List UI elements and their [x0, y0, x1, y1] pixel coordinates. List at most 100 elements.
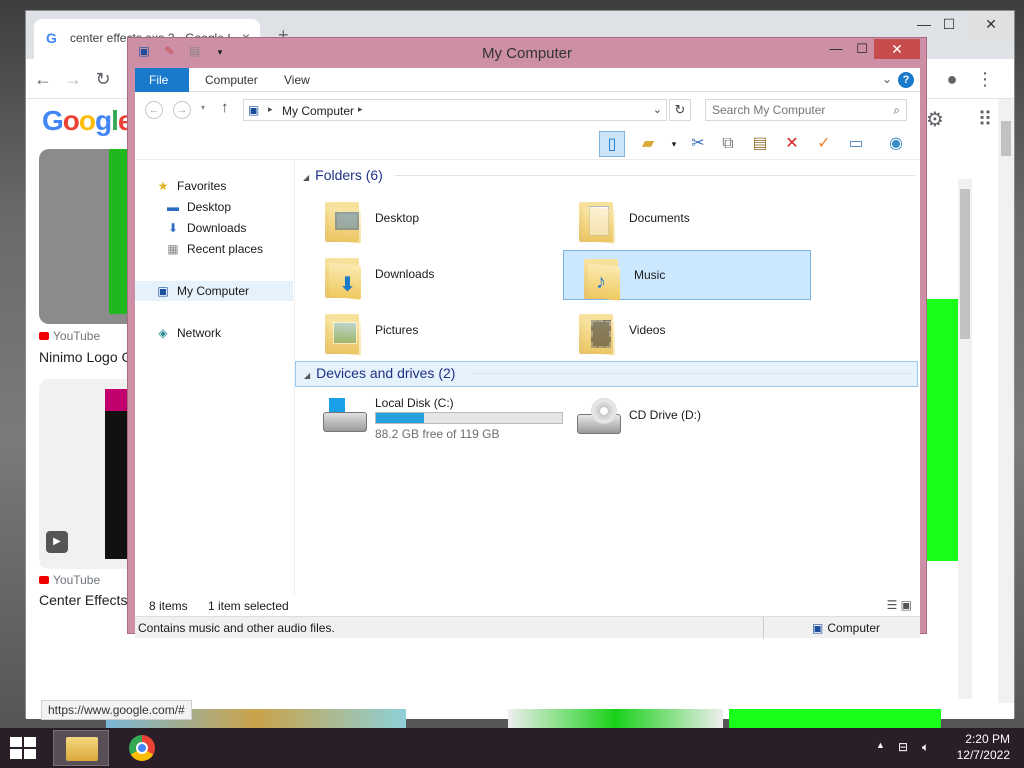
collapse-triangle-icon[interactable]: ◢ — [303, 173, 309, 182]
explorer-titlebar[interactable]: ▣ ✎ ▤ ▾ My Computer — ☐ ✕ — [128, 38, 926, 68]
folder-pictures[interactable]: Pictures — [305, 306, 553, 356]
address-field[interactable]: ▣ ▸ My Computer ▸ ⌄ — [243, 99, 667, 121]
chrome-icon — [129, 735, 155, 761]
rename-check-icon[interactable]: ✓ — [811, 131, 837, 157]
explorer-close-button[interactable]: ✕ — [874, 39, 920, 59]
nav-favorites[interactable]: ★ Favorites — [155, 176, 227, 196]
computer-icon: ▣ — [811, 621, 824, 635]
ribbon-tabs: File Computer View ⌄ ? — [135, 68, 920, 92]
collapse-triangle-icon[interactable]: ◢ — [304, 371, 310, 380]
preview-pane-icon[interactable]: ▯ — [599, 131, 625, 157]
disk-usage-bar — [375, 412, 563, 424]
command-bar: ▯ ▰ ▾ ✂ ⧉ ▤ ✕ ✓ ▭ ◉ — [135, 128, 920, 160]
status-bar: 8 items 1 item selected ☰ ▣ — [135, 596, 920, 616]
file-explorer-icon — [66, 737, 98, 761]
apps-grid-icon[interactable]: ⠿ — [974, 107, 996, 132]
chrome-maximize-button[interactable]: ☐ — [926, 11, 972, 39]
details-footer: Contains music and other audio files. ▣ C… — [135, 616, 920, 639]
link-status-url: https://www.google.com/# — [41, 700, 192, 720]
folder-icon — [325, 198, 361, 244]
tab-file[interactable]: File — [135, 68, 189, 92]
breadcrumb-chevron-icon[interactable]: ▸ — [268, 104, 273, 115]
folder-downloads[interactable]: ⬇ Downloads — [305, 250, 553, 300]
recent-locations-icon[interactable]: ▾ — [201, 103, 205, 112]
refresh-icon[interactable]: ↻ — [669, 99, 691, 121]
navigation-pane: ★ Favorites ▬ Desktop ⬇ Downloads ▦ Recent p… — [135, 160, 295, 596]
forward-arrow-icon[interactable]: → — [62, 69, 84, 90]
chrome-scrollbar[interactable] — [998, 99, 1014, 703]
taskbar-chrome[interactable] — [115, 730, 171, 766]
back-arrow-icon[interactable]: ← — [32, 69, 54, 90]
copy-icon[interactable]: ⧉ — [715, 131, 741, 157]
drive-cd-d[interactable]: CD Drive (D:) — [559, 392, 809, 442]
reload-icon[interactable]: ↻ — [92, 69, 114, 90]
window-title: My Computer — [481, 45, 573, 62]
nav-item-my-computer[interactable]: ▣ My Computer — [135, 281, 293, 301]
google-logo[interactable]: Google — [42, 105, 133, 137]
folder-icon: ⬇ — [325, 254, 361, 300]
results-scrollbar[interactable] — [958, 179, 972, 699]
group-header-folders[interactable]: ◢ Folders (6) — [303, 164, 915, 186]
video-title[interactable]: Ninimo Logo C — [39, 349, 132, 365]
profile-avatar-icon[interactable]: ● — [941, 69, 963, 90]
video-source: YouTube — [39, 573, 100, 587]
network-tray-icon[interactable]: ⊟ — [898, 740, 908, 754]
chrome-menu-icon[interactable]: ⋮ — [974, 69, 996, 90]
delete-icon[interactable]: ✕ — [779, 131, 805, 157]
explorer-body: File Computer View ⌄ ? ← → ▾ ↑ ▣ ▸ My Co… — [135, 68, 920, 639]
view-toggle-icons[interactable]: ☰ ▣ — [887, 598, 912, 612]
recent-places-icon: ▦ — [167, 242, 179, 256]
address-bar-row: ← → ▾ ↑ ▣ ▸ My Computer ▸ ⌄ ↻ ⌕ — [135, 93, 920, 127]
downloads-icon: ⬇ — [167, 221, 179, 235]
folder-options-icon[interactable]: ▰ — [635, 131, 661, 157]
explorer-minimize-button[interactable]: — — [822, 39, 850, 59]
paste-icon[interactable]: ▤ — [747, 131, 773, 157]
taskbar-file-explorer[interactable] — [53, 730, 109, 766]
play-icon[interactable]: ▶ — [46, 531, 68, 553]
breadcrumb[interactable]: My Computer — [282, 104, 354, 118]
nav-item-network[interactable]: ◈ Network — [155, 323, 221, 343]
forward-icon[interactable]: → — [173, 101, 191, 119]
help-icon[interactable]: ? — [898, 72, 914, 88]
tab-computer[interactable]: Computer — [191, 68, 272, 92]
chrome-close-button[interactable]: ✕ — [968, 11, 1014, 39]
network-globe-icon[interactable]: ◉ — [883, 131, 909, 157]
folder-icon — [579, 198, 615, 244]
group-header-devices[interactable]: ◢ Devices and drives (2) — [295, 361, 918, 387]
start-button[interactable] — [10, 737, 38, 759]
breadcrumb-chevron-icon[interactable]: ▸ — [358, 104, 363, 115]
properties-icon[interactable]: ▭ — [843, 131, 869, 157]
folder-desktop[interactable]: Desktop — [305, 194, 553, 244]
nav-item-desktop[interactable]: ▬ Desktop — [165, 197, 231, 217]
nav-item-downloads[interactable]: ⬇ Downloads — [165, 218, 246, 238]
folder-videos[interactable]: Videos — [559, 306, 807, 356]
cut-icon[interactable]: ✂ — [685, 131, 711, 157]
explorer-window: ▣ ✎ ▤ ▾ My Computer — ☐ ✕ File Computer … — [127, 37, 927, 639]
star-icon: ★ — [157, 179, 169, 193]
explorer-maximize-button[interactable]: ☐ — [848, 39, 876, 59]
thumbnail-image[interactable] — [926, 299, 958, 561]
settings-gear-icon[interactable]: ⚙ — [924, 107, 946, 132]
back-icon[interactable]: ← — [145, 101, 163, 119]
google-favicon-icon: G — [46, 30, 57, 46]
folder-documents[interactable]: Documents — [559, 194, 807, 244]
drive-local-disk-c[interactable]: Local Disk (C:) 88.2 GB free of 119 GB — [305, 392, 563, 442]
folder-icon — [325, 310, 361, 356]
item-count: 8 items — [149, 599, 188, 613]
taskbar: ▲ ⊟ 🔈︎ 2:20 PM 12/7/2022 — [0, 728, 1024, 768]
footer-location: ▣ Computer — [811, 621, 880, 635]
show-hidden-icons[interactable]: ▲ — [876, 740, 885, 750]
system-clock[interactable]: 2:20 PM 12/7/2022 — [957, 731, 1010, 763]
volume-icon[interactable]: 🔈︎ — [922, 740, 929, 755]
search-box[interactable]: ⌕ — [705, 99, 907, 121]
address-history-icon[interactable]: ⌄ — [653, 103, 662, 116]
tab-view[interactable]: View — [270, 68, 324, 92]
computer-icon: ▣ — [157, 284, 169, 298]
expand-ribbon-icon[interactable]: ⌄ — [882, 72, 892, 86]
nav-item-recent-places[interactable]: ▦ Recent places — [165, 239, 263, 259]
video-title[interactable]: Center Effects — [39, 592, 127, 608]
up-arrow-icon[interactable]: ↑ — [221, 99, 229, 116]
search-input[interactable] — [706, 100, 876, 120]
folder-music[interactable]: ♪ Music — [563, 250, 811, 301]
options-dropdown-icon[interactable]: ▾ — [661, 131, 687, 157]
